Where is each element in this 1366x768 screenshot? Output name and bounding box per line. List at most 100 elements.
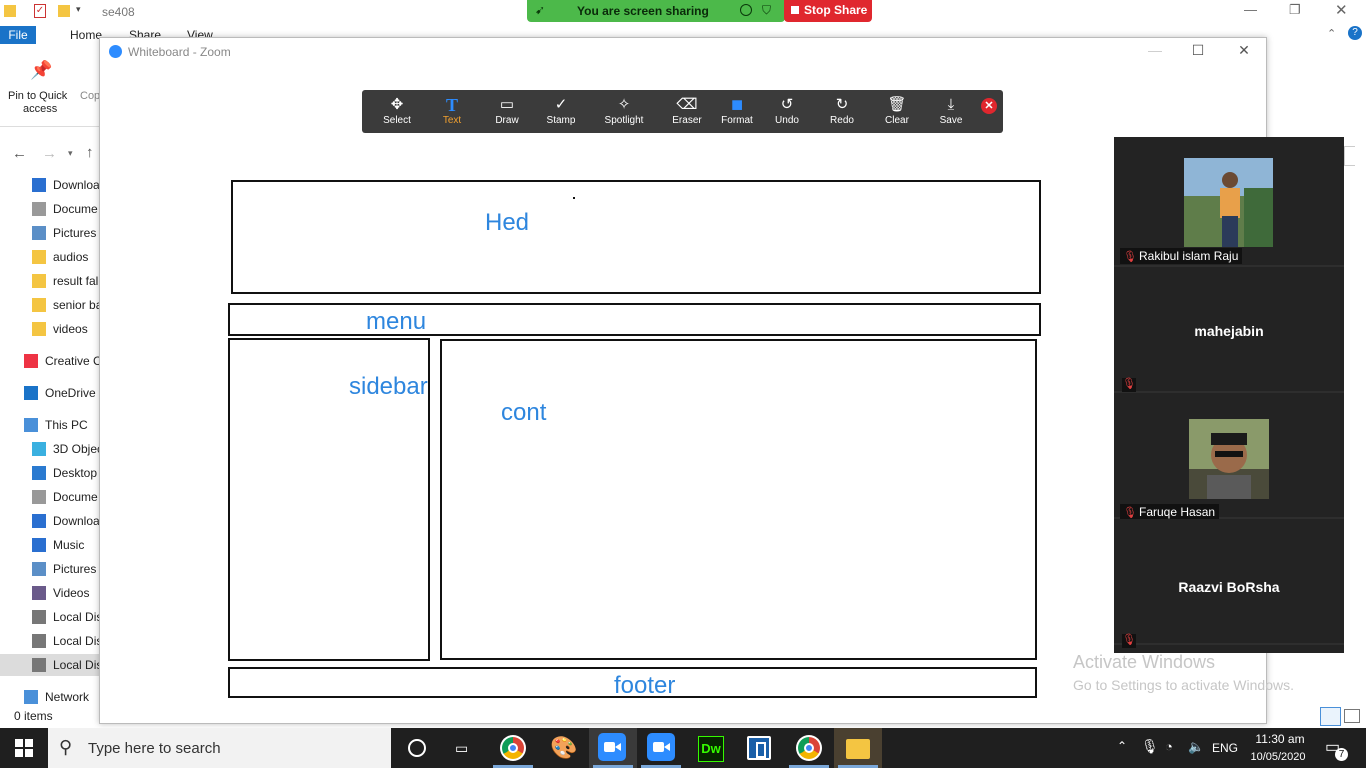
tool-label: Eraser — [672, 115, 702, 126]
file-explorer-icon[interactable] — [846, 739, 870, 759]
folder-icon — [32, 298, 46, 312]
nav-item[interactable]: 3D Objec — [0, 438, 100, 460]
search-icon: ⚲ — [59, 737, 73, 757]
nav-item[interactable]: Music — [0, 534, 100, 556]
clock-time[interactable]: 11:30 am — [1254, 732, 1306, 746]
nav-item[interactable]: Local Dis — [0, 606, 100, 628]
nav-item[interactable]: Docume — [0, 198, 100, 220]
nav-item-label: Local Dis — [53, 610, 100, 624]
nav-item-label: Music — [53, 538, 85, 552]
folder-icon — [4, 5, 16, 17]
tool-save[interactable]: ⤓ Save — [926, 92, 976, 130]
nav-item-label: Docume — [53, 202, 98, 216]
tool-spotlight[interactable]: ✧ Spotlight — [599, 92, 649, 130]
tool-stamp[interactable]: ✓ Stamp — [536, 92, 586, 130]
clock-date[interactable]: 10/05/2020 — [1247, 751, 1309, 763]
nav-item[interactable]: Local Dis — [0, 654, 100, 676]
eraser-icon: ⌫ — [676, 96, 698, 113]
nav-item[interactable]: result fal — [0, 270, 100, 292]
zoom-meeting-icon[interactable] — [598, 733, 626, 761]
explorer-close-icon[interactable]: ✕ — [1335, 1, 1348, 19]
tool-redo[interactable]: ↻ Redo — [817, 92, 867, 130]
new-folder-icon[interactable] — [58, 5, 70, 17]
nav-item[interactable]: videos — [0, 318, 100, 340]
save-icon: ⤓ — [947, 96, 955, 113]
task-view-icon[interactable]: ▭ — [455, 740, 468, 757]
whiteboard-minimize-icon[interactable]: — — [1140, 42, 1170, 60]
chrome-icon[interactable] — [500, 735, 526, 761]
properties-icon[interactable]: ✓ — [34, 4, 46, 18]
close-toolbar-icon[interactable]: ✕ — [981, 98, 997, 114]
pin-label-line2: access — [23, 103, 58, 115]
wifi-icon[interactable]: ◔ — [1165, 739, 1173, 754]
chrome-icon[interactable] — [796, 735, 822, 761]
nav-item[interactable]: audios — [0, 246, 100, 268]
recent-locations-icon[interactable]: ▾ — [68, 148, 73, 159]
explorer-ribbon: 📌 Pin to Quick access Cop — [0, 46, 100, 127]
text-icon: T — [445, 95, 458, 115]
nav-item[interactable]: Docume — [0, 486, 100, 508]
large-icons-view-icon[interactable] — [1344, 709, 1360, 723]
customize-toolbar-icon[interactable]: ▾ — [76, 4, 81, 15]
nav-item[interactable]: Network — [0, 686, 100, 708]
dreamweaver-icon[interactable]: Dw — [698, 736, 724, 762]
tool-select[interactable]: ✥ Select — [372, 92, 422, 130]
microphone-icon[interactable]: 🎙 — [1141, 738, 1159, 755]
zoom-app-icon[interactable] — [647, 733, 675, 761]
nav-item[interactable]: Creative C — [0, 350, 100, 372]
nav-item-label: Downloa — [53, 514, 100, 528]
nav-item-label: This PC — [45, 418, 88, 432]
tool-label: Stamp — [546, 115, 576, 126]
whiteboard-maximize-icon[interactable]: ☐ — [1183, 42, 1213, 60]
nav-item[interactable]: Pictures — [0, 558, 100, 580]
paint-icon[interactable]: 🎨 — [549, 733, 579, 763]
nav-item-label: Downloa — [53, 178, 100, 192]
pin-to-quick-access-button[interactable]: Pin to Quick access — [8, 90, 67, 116]
explorer-restore-icon[interactable]: ❐ — [1289, 2, 1301, 18]
wand-icon: ✧ — [617, 96, 631, 113]
tool-clear[interactable]: 🗑 Clear — [872, 92, 922, 130]
nav-item-label: Local Dis — [53, 658, 100, 672]
tool-format[interactable]: ■ Format — [712, 92, 762, 130]
start-button[interactable] — [0, 728, 48, 768]
stop-icon — [791, 6, 799, 14]
move-icon: ✥ — [390, 96, 404, 113]
nav-item[interactable]: Desktop — [0, 462, 100, 484]
music-icon — [32, 538, 46, 552]
3d-objects-icon — [32, 442, 46, 456]
muted-mic-icon: 🎙 — [1123, 251, 1137, 263]
videos-icon — [32, 586, 46, 600]
app-icon[interactable] — [747, 736, 771, 760]
nav-item[interactable]: Downloa — [0, 174, 100, 196]
sharing-status-icon[interactable] — [740, 4, 752, 16]
tool-undo[interactable]: ↺ Undo — [762, 92, 812, 130]
nav-item[interactable]: This PC — [0, 414, 100, 436]
tool-draw[interactable]: ▭ Draw — [482, 92, 532, 130]
nav-item[interactable]: senior ba — [0, 294, 100, 316]
desktop-icon — [32, 466, 46, 480]
nav-item[interactable]: Pictures — [0, 222, 100, 244]
ribbon-collapse-icon[interactable]: ⌃ — [1327, 27, 1336, 40]
explorer-minimize-icon[interactable]: — — [1244, 2, 1257, 17]
volume-icon[interactable]: 🔈 — [1188, 739, 1204, 755]
shield-icon[interactable]: ⛉ — [762, 3, 771, 18]
tool-eraser[interactable]: ⌫ Eraser — [662, 92, 712, 130]
input-language[interactable]: ENG — [1212, 741, 1238, 755]
copy-button[interactable]: Cop — [80, 90, 100, 102]
up-arrow-icon[interactable]: ↑ — [86, 144, 94, 161]
tab-file[interactable]: File — [0, 26, 36, 44]
nav-item[interactable]: OneDrive — [0, 382, 100, 404]
tool-text[interactable]: T Text — [427, 92, 477, 130]
format-swatch-icon: ■ — [730, 94, 744, 116]
nav-item[interactable]: Local Dis — [0, 630, 100, 652]
nav-item[interactable]: Downloa — [0, 510, 100, 532]
whiteboard-close-icon[interactable]: ✕ — [1229, 42, 1259, 60]
stop-share-button[interactable]: Stop Share — [784, 0, 872, 22]
back-arrow-icon[interactable]: ← — [12, 145, 27, 162]
details-view-icon[interactable] — [1320, 707, 1341, 726]
help-icon[interactable]: ? — [1348, 26, 1362, 40]
forward-arrow-icon[interactable]: → — [42, 145, 57, 162]
cortana-icon[interactable] — [408, 739, 426, 757]
nav-item[interactable]: Videos — [0, 582, 100, 604]
show-hidden-icons-icon[interactable]: ⌃ — [1117, 739, 1127, 753]
